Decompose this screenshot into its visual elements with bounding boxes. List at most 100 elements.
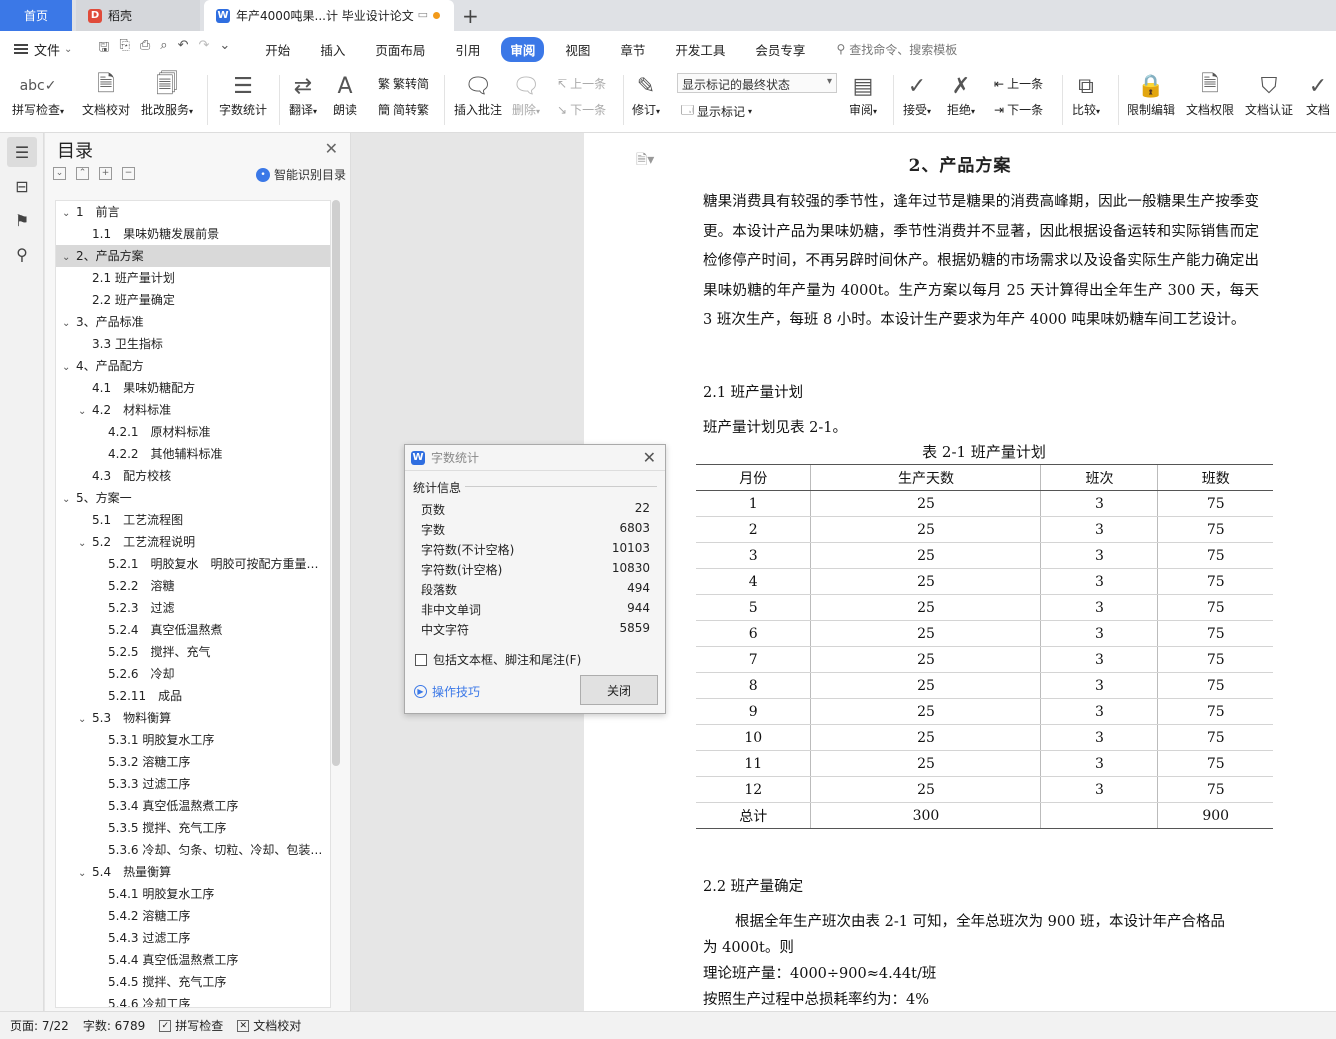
tab-home[interactable]: 首页 [0,0,72,31]
toc-item[interactable]: 5.1 工艺流程图 [56,509,330,531]
insert-comment-button[interactable]: 🗨 插入批注 [454,71,502,118]
toc-item[interactable]: ⌄ 2、产品方案 [56,245,330,267]
toc-item[interactable]: 5.4.2 溶糖工序 [56,905,330,927]
chevron-down-icon[interactable]: ⌄ [78,709,92,729]
chevron-down-icon[interactable]: ⌄ [78,401,92,421]
print-icon[interactable]: ⎙ [140,38,150,60]
toc-scrollbar[interactable] [332,200,340,766]
toc-item[interactable]: 5.2.5 搅拌、充气 [56,641,330,663]
chevron-down-icon[interactable]: ⌄ [62,313,76,333]
toc-item[interactable]: 4.2.2 其他辅料标准 [56,443,330,465]
tips-link[interactable]: ▶ 操作技巧 [414,683,480,700]
translate-button[interactable]: ⇄ 翻译▾ [289,71,317,118]
page-indicator[interactable]: 页面: 7/22 [10,1017,69,1034]
spell-check-button[interactable]: abc✓ 拼写检查▾ [12,71,64,118]
expand-all-icon[interactable]: ⌄ [53,167,66,180]
show-markup-button[interactable]: 🗔 显示标记 ▾ [681,101,752,122]
toc-item[interactable]: 5.3.4 真空低温熬煮工序 [56,795,330,817]
tab-6[interactable]: 章节 [611,37,654,62]
accept-button[interactable]: ✓ 接受▾ [903,71,931,118]
track-changes-button[interactable]: ✎ 修订▾ [632,71,660,118]
read-aloud-button[interactable]: A 朗读 [333,71,357,118]
toc-item[interactable]: 5.3.2 溶糖工序 [56,751,330,773]
review-pane-button[interactable]: ▤ 审阅▾ [849,71,877,118]
next-comment-button[interactable]: ↘ 下一条 [557,101,606,118]
toc-item[interactable]: 5.3.5 搅拌、充气工序 [56,817,330,839]
doc-permission-button[interactable]: 🗎 文档权限 [1186,71,1234,118]
tab-4[interactable]: 审阅 [501,36,545,62]
simp-to-trad-button[interactable]: 簡简转繁 [378,101,429,118]
toc-item[interactable]: 4.3 配方校核 [56,465,330,487]
toc-item[interactable]: 4.2.1 原材料标准 [56,421,330,443]
next-change-button[interactable]: ⇥ 下一条 [994,101,1043,118]
toc-item[interactable]: 5.2.3 过滤 [56,597,330,619]
search-icon[interactable]: ⚲ [7,239,37,269]
chevron-down-icon[interactable]: ⌄ [78,533,92,553]
close-button[interactable]: 关闭 [580,675,658,705]
toc-item[interactable]: ⌄ 3、产品标准 [56,311,330,333]
chevron-down-icon[interactable]: ⌄ [62,247,76,267]
toc-item[interactable]: 5.4.1 明胶复水工序 [56,883,330,905]
toc-item[interactable]: 4.1 果味奶糖配方 [56,377,330,399]
toc-item[interactable]: 5.3.3 过滤工序 [56,773,330,795]
save-icon[interactable]: 🖫 [98,38,109,60]
tab-document[interactable]: W 年产4000吨果...计 毕业设计论文 ▭ [204,0,454,31]
toc-item[interactable]: ⌄ 5.3 物料衡算 [56,707,330,729]
toc-item[interactable]: 5.3.6 冷却、匀条、切粒、冷却、包装… [56,839,330,861]
document-page[interactable]: 🗎▾ 2、产品方案 糖果消费具有较强的季节性，逢年过节是糖果的消费高峰期，因此一… [584,133,1336,1011]
tab-1[interactable]: 插入 [311,37,354,62]
toc-item[interactable]: 5.2.4 真空低温熬煮 [56,619,330,641]
doc-cert-button[interactable]: ⛉ 文档认证 [1245,71,1293,118]
toc-item[interactable]: 5.2.1 明胶复水 明胶可按配方重量… [56,553,330,575]
export-icon[interactable]: ⎘ [119,38,129,60]
redo-icon[interactable]: ↷ [198,38,209,60]
toc-item[interactable]: 1.1 果味奶糖发展前景 [56,223,330,245]
outline-icon[interactable]: ☰ [7,137,37,167]
delete-comment-button[interactable]: 🗨 删除▾ [512,71,540,118]
collapse-all-icon[interactable]: ⌃ [76,167,89,180]
undo-icon[interactable]: ↶ [178,38,189,60]
chevron-down-icon[interactable]: ⌄ [78,863,92,883]
annotate-service-button[interactable]: 🗐 批改服务▾ [141,71,193,118]
toc-item[interactable]: 5.2.6 冷却 [56,663,330,685]
print-preview-icon[interactable]: ⌕ [160,38,167,60]
tab-daoke[interactable]: D 稻壳 [76,0,200,31]
new-tab-plus-icon[interactable]: + [462,4,479,28]
compare-button[interactable]: ⧉ 比较▾ [1072,71,1100,118]
prev-change-button[interactable]: ⇤ 上一条 [994,75,1043,92]
reject-button[interactable]: ✗ 拒绝▾ [947,71,975,118]
bookmark-icon[interactable]: ⚑ [7,205,37,235]
smart-toc-button[interactable]: • 智能识别目录 [255,166,346,183]
chapter-nav-icon[interactable]: ⊟ [7,171,37,201]
toc-item[interactable]: ⌄ 4、产品配方 [56,355,330,377]
spell-check-status[interactable]: ✓ 拼写检查 [159,1017,223,1034]
toc-item[interactable]: ⌄ 5.4 热量衡算 [56,861,330,883]
word-count-button[interactable]: ☰ 字数统计 [219,71,267,118]
tab-2[interactable]: 页面布局 [366,37,434,62]
tab-8[interactable]: 会员专享 [746,37,814,62]
toc-item[interactable]: ⌄ 1 前言 [56,201,330,223]
tab-0[interactable]: 开始 [256,37,299,62]
prev-comment-button[interactable]: ↸ 上一条 [557,75,606,92]
screen-icon[interactable]: ▭ [418,8,428,21]
more-icon[interactable]: ⌄ [219,38,230,60]
remove-entry-icon[interactable]: − [122,167,135,180]
toc-item[interactable]: 5.4.3 过滤工序 [56,927,330,949]
toc-item[interactable]: 5.4.4 真空低温熬煮工序 [56,949,330,971]
toc-item[interactable]: ⌄ 5.2 工艺流程说明 [56,531,330,553]
restrict-editing-button[interactable]: 🔒 限制编辑 [1127,71,1175,118]
toc-item[interactable]: 3.3 卫生指标 [56,333,330,355]
toc-item[interactable]: 5.4.6 冷却工序 [56,993,330,1007]
toc-item[interactable]: 5.2.2 溶糖 [56,575,330,597]
chevron-down-icon[interactable]: ⌄ [62,203,76,223]
tab-3[interactable]: 引用 [446,37,489,62]
add-entry-icon[interactable]: + [99,167,112,180]
toc-item[interactable]: 5.3.1 明胶复水工序 [56,729,330,751]
markup-state-select[interactable]: 显示标记的最终状态 [677,73,837,93]
trad-to-simp-button[interactable]: 繁繁转简 [378,75,429,92]
close-icon[interactable]: ✕ [643,448,656,467]
dialog-title-bar[interactable]: W 字数统计 [405,445,665,471]
tab-7[interactable]: 开发工具 [666,37,734,62]
toc-item[interactable]: ⌄ 5、方案一 [56,487,330,509]
toc-item[interactable]: 5.2.11 成品 [56,685,330,707]
